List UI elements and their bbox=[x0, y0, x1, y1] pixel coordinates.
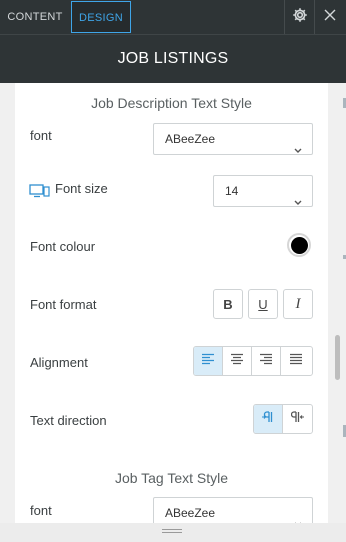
ltr-icon bbox=[261, 410, 275, 428]
font-label: font bbox=[30, 128, 52, 143]
tab-content[interactable]: CONTENT bbox=[0, 1, 70, 33]
font-size-select[interactable]: 14 bbox=[213, 175, 313, 207]
color-swatch bbox=[290, 236, 308, 254]
resize-handle[interactable] bbox=[0, 523, 346, 542]
settings-panel: Job Description Text Style font ABeeZee … bbox=[15, 83, 328, 523]
font-select-value: ABeeZee bbox=[165, 132, 216, 146]
underline-button[interactable]: U bbox=[248, 289, 278, 319]
chevron-down-icon bbox=[294, 135, 302, 165]
underline-icon: U bbox=[258, 296, 268, 312]
job-tag-font-label: font bbox=[30, 503, 52, 518]
settings-button[interactable] bbox=[284, 0, 314, 34]
align-right-button[interactable] bbox=[252, 347, 281, 375]
bold-button[interactable]: B bbox=[213, 289, 243, 319]
grip-line bbox=[162, 532, 182, 533]
alignment-group bbox=[193, 346, 313, 376]
align-justify-icon bbox=[289, 352, 303, 370]
panel-scrollbar[interactable] bbox=[335, 335, 340, 380]
chevron-down-icon bbox=[294, 509, 302, 523]
align-right-icon bbox=[259, 352, 273, 370]
font-select[interactable]: ABeeZee bbox=[153, 123, 313, 155]
align-justify-button[interactable] bbox=[281, 347, 310, 375]
ltr-button[interactable] bbox=[254, 405, 283, 433]
font-format-label: Font format bbox=[30, 297, 97, 312]
chevron-down-icon bbox=[294, 187, 302, 217]
job-tag-font-select[interactable]: ABeeZee bbox=[153, 497, 313, 523]
bold-icon: B bbox=[223, 296, 233, 312]
job-tag-section-title: Job Tag Text Style bbox=[114, 470, 229, 486]
align-left-icon bbox=[201, 352, 215, 370]
tab-design[interactable]: DESIGN bbox=[71, 1, 131, 33]
align-center-button[interactable] bbox=[223, 347, 252, 375]
grip-line bbox=[162, 529, 182, 530]
page-title: JOB LISTINGS bbox=[117, 50, 229, 67]
font-size-value: 14 bbox=[225, 184, 239, 198]
align-center-icon bbox=[230, 352, 244, 370]
job-tag-font-value: ABeeZee bbox=[165, 506, 216, 520]
close-button[interactable] bbox=[314, 0, 344, 34]
alignment-label: Alignment bbox=[30, 355, 88, 370]
font-colour-label: Font colour bbox=[30, 239, 96, 254]
text-direction-group bbox=[253, 404, 313, 434]
close-icon bbox=[324, 8, 336, 26]
desktop-icon bbox=[29, 184, 50, 203]
text-direction-label: Text direction bbox=[30, 413, 107, 428]
panel-header: JOB LISTINGS bbox=[0, 34, 346, 83]
font-size-label: Font size bbox=[55, 181, 108, 196]
italic-icon: I bbox=[295, 295, 301, 312]
job-description-section-title: Job Description Text Style bbox=[91, 95, 252, 111]
rtl-icon bbox=[290, 410, 305, 428]
align-left-button[interactable] bbox=[194, 347, 223, 375]
italic-button[interactable]: I bbox=[283, 289, 313, 319]
rtl-button[interactable] bbox=[283, 405, 312, 433]
top-bar: CONTENT DESIGN bbox=[0, 0, 346, 34]
font-colour-picker[interactable] bbox=[287, 233, 311, 257]
gear-icon bbox=[292, 7, 308, 28]
